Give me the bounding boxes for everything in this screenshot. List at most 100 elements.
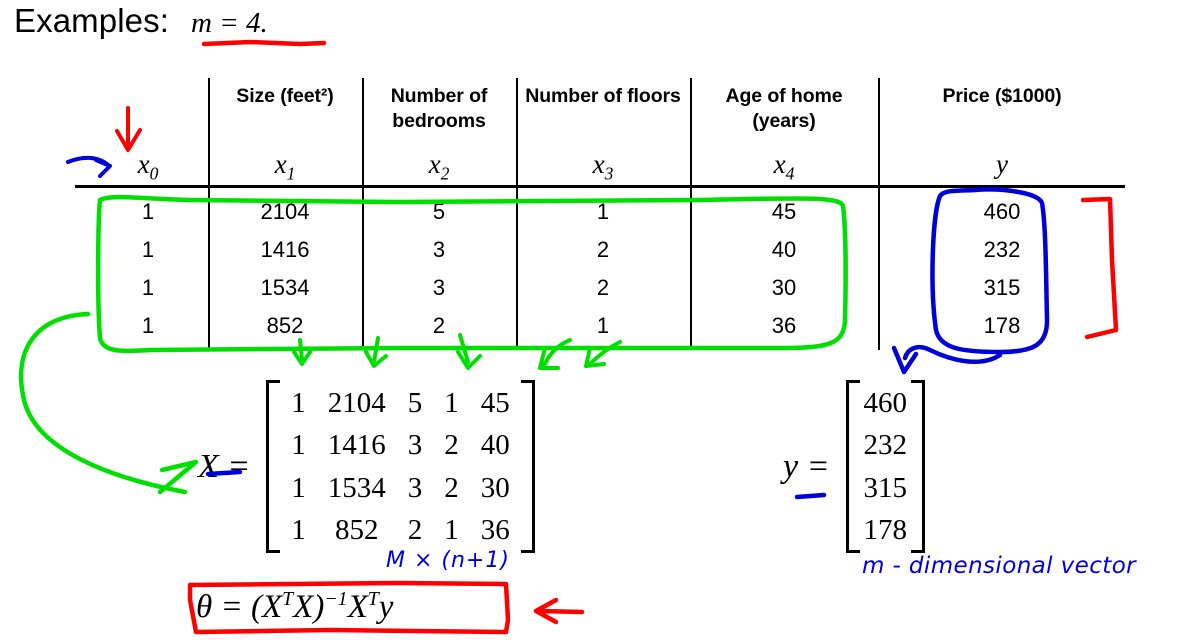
matrix-cell: 852 [334, 513, 379, 546]
table-cell: 315 [983, 275, 1021, 300]
vector-y-label: y = [783, 447, 830, 485]
table-symbol-x0: x0 [137, 149, 159, 184]
matrix-row: 1 1534 3 2 30 [280, 467, 521, 509]
table-header-age: Age of home (years) [725, 85, 843, 132]
table-symbol-y: y [996, 149, 1008, 179]
table-cell: 1416 [260, 237, 310, 262]
matrix-cell: 36 [480, 513, 510, 546]
green-arrow-table-to-X-head [157, 459, 199, 495]
table-cell: 2 [432, 313, 446, 338]
table-header-rule [75, 185, 1125, 188]
table-cell: 1 [141, 275, 155, 300]
green-arrow-col-x1-head [292, 350, 312, 366]
matrix-row: 178 [860, 509, 912, 551]
green-arrow-col-x2-head [364, 350, 388, 368]
matrix-cell: 2104 [327, 387, 386, 419]
green-arrow-col-x4b-head [584, 346, 606, 368]
table-cell: 1 [141, 313, 155, 338]
matrix-cell: 2 [444, 471, 459, 504]
table-cell: 2 [596, 237, 610, 262]
normal-equation-theta: θ = (X [196, 589, 283, 625]
matrix-cell: 1 [291, 429, 306, 462]
normal-equation-transpose-2: T [367, 588, 379, 610]
normal-equation: θ = (XTX)−1XTy [196, 588, 393, 626]
table-symbol-x1: x1 [274, 149, 296, 184]
normal-equation-mid: X) [293, 589, 325, 625]
matrix-X-brackets: 1 2104 5 1 45 1 1416 3 2 40 1 1534 3 2 3… [266, 380, 535, 554]
matrix-cell: 3 [407, 471, 423, 504]
table-cell: 178 [983, 313, 1021, 338]
matrix-cell: 40 [480, 429, 510, 462]
table-cell: 40 [771, 237, 797, 262]
vector-y-block: y = 460 232 315 178 [783, 380, 926, 554]
table-symbol-x3: x3 [592, 149, 614, 184]
matrix-cell: 1 [291, 471, 306, 504]
table-column-divider [362, 78, 364, 350]
normal-equation-x2: X [347, 589, 368, 625]
slide-canvas: Examples: m = 4. Size (feet²) Number of … [0, 0, 1185, 642]
normal-equation-transpose-1: T [282, 588, 294, 610]
table-cell: 232 [983, 237, 1021, 262]
table-column-divider [878, 78, 880, 350]
matrix-row: 460 [860, 382, 912, 424]
matrix-cell: 1534 [327, 471, 386, 504]
annotation-x-dimensions: M × (n+1) [386, 548, 510, 573]
matrix-cell: 1 [444, 387, 459, 419]
table-cell: 1 [596, 313, 610, 338]
matrix-cell: 2 [444, 429, 459, 462]
matrix-cell: 178 [863, 513, 908, 546]
table-cell: 1 [596, 199, 610, 224]
matrix-cell: 1 [444, 513, 459, 546]
table-cell: 1 [141, 237, 155, 262]
matrix-row: 1 1416 3 2 40 [280, 424, 521, 466]
table-cell: 1 [141, 199, 155, 224]
vector-y-brackets: 460 232 315 178 [845, 380, 926, 554]
table-column-divider [516, 78, 518, 350]
vector-y-table: 460 232 315 178 [860, 382, 912, 551]
slide-title-row: Examples: m = 4. [14, 2, 268, 40]
table-cell: 30 [771, 275, 797, 300]
matrix-cell: 45 [480, 387, 510, 419]
normal-equation-inverse: −1 [324, 588, 348, 610]
table-symbol-x2: x2 [428, 149, 450, 184]
matrix-cell: 30 [480, 471, 510, 504]
table-header-size: Size (feet²) [236, 85, 334, 107]
page-title: Examples: [14, 2, 169, 39]
table-header-bedrooms: Number of bedrooms [390, 85, 488, 132]
matrix-cell: 1 [291, 513, 306, 546]
title-equation: m = 4. [190, 7, 268, 39]
green-arrow-col-x4a-head [538, 346, 560, 370]
matrix-row: 1 852 2 1 36 [280, 509, 521, 551]
table-cell: 2 [596, 275, 610, 300]
table-cell: 36 [771, 313, 797, 338]
normal-equation-y: y [378, 589, 394, 625]
table-cell: 2104 [260, 199, 310, 224]
table-cell: 3 [432, 237, 446, 262]
table-header-floors: Number of floors [525, 85, 681, 107]
matrix-cell: 1 [291, 387, 306, 419]
matrix-X-block: X = 1 2104 5 1 45 1 1416 3 2 40 1 1534 3… [198, 380, 535, 554]
green-arrow-col-x3-head [456, 350, 482, 370]
table-symbol-x4: x4 [773, 149, 795, 184]
matrix-cell: 2 [407, 513, 423, 546]
annotation-y-dimensions: m - dimensional vector [862, 553, 1137, 579]
matrix-row: 1 2104 5 1 45 [280, 382, 521, 424]
matrix-row: 315 [860, 467, 912, 509]
data-table: Size (feet²) Number of bedrooms Number o… [75, 78, 1125, 350]
table-cell: 852 [266, 313, 304, 338]
table-cell: 45 [771, 199, 797, 224]
red-underline-title [201, 39, 327, 47]
red-arrow-to-normal-equation [537, 608, 585, 615]
matrix-cell: 232 [863, 429, 908, 462]
table-cell: 3 [432, 275, 446, 300]
table-cell: 5 [432, 199, 446, 224]
matrix-cell: 460 [863, 387, 908, 419]
table-cell: 460 [983, 199, 1021, 224]
matrix-X-table: 1 2104 5 1 45 1 1416 3 2 40 1 1534 3 2 3… [280, 382, 521, 551]
table-cell: 1534 [260, 275, 310, 300]
blue-arrow-y-to-vector-head [891, 345, 919, 375]
matrix-cell: 3 [407, 429, 423, 462]
table-header-price: Price ($1000) [942, 85, 1062, 107]
red-arrow-to-normal-equation-head [533, 597, 559, 625]
matrix-X-label: X = [198, 447, 251, 485]
